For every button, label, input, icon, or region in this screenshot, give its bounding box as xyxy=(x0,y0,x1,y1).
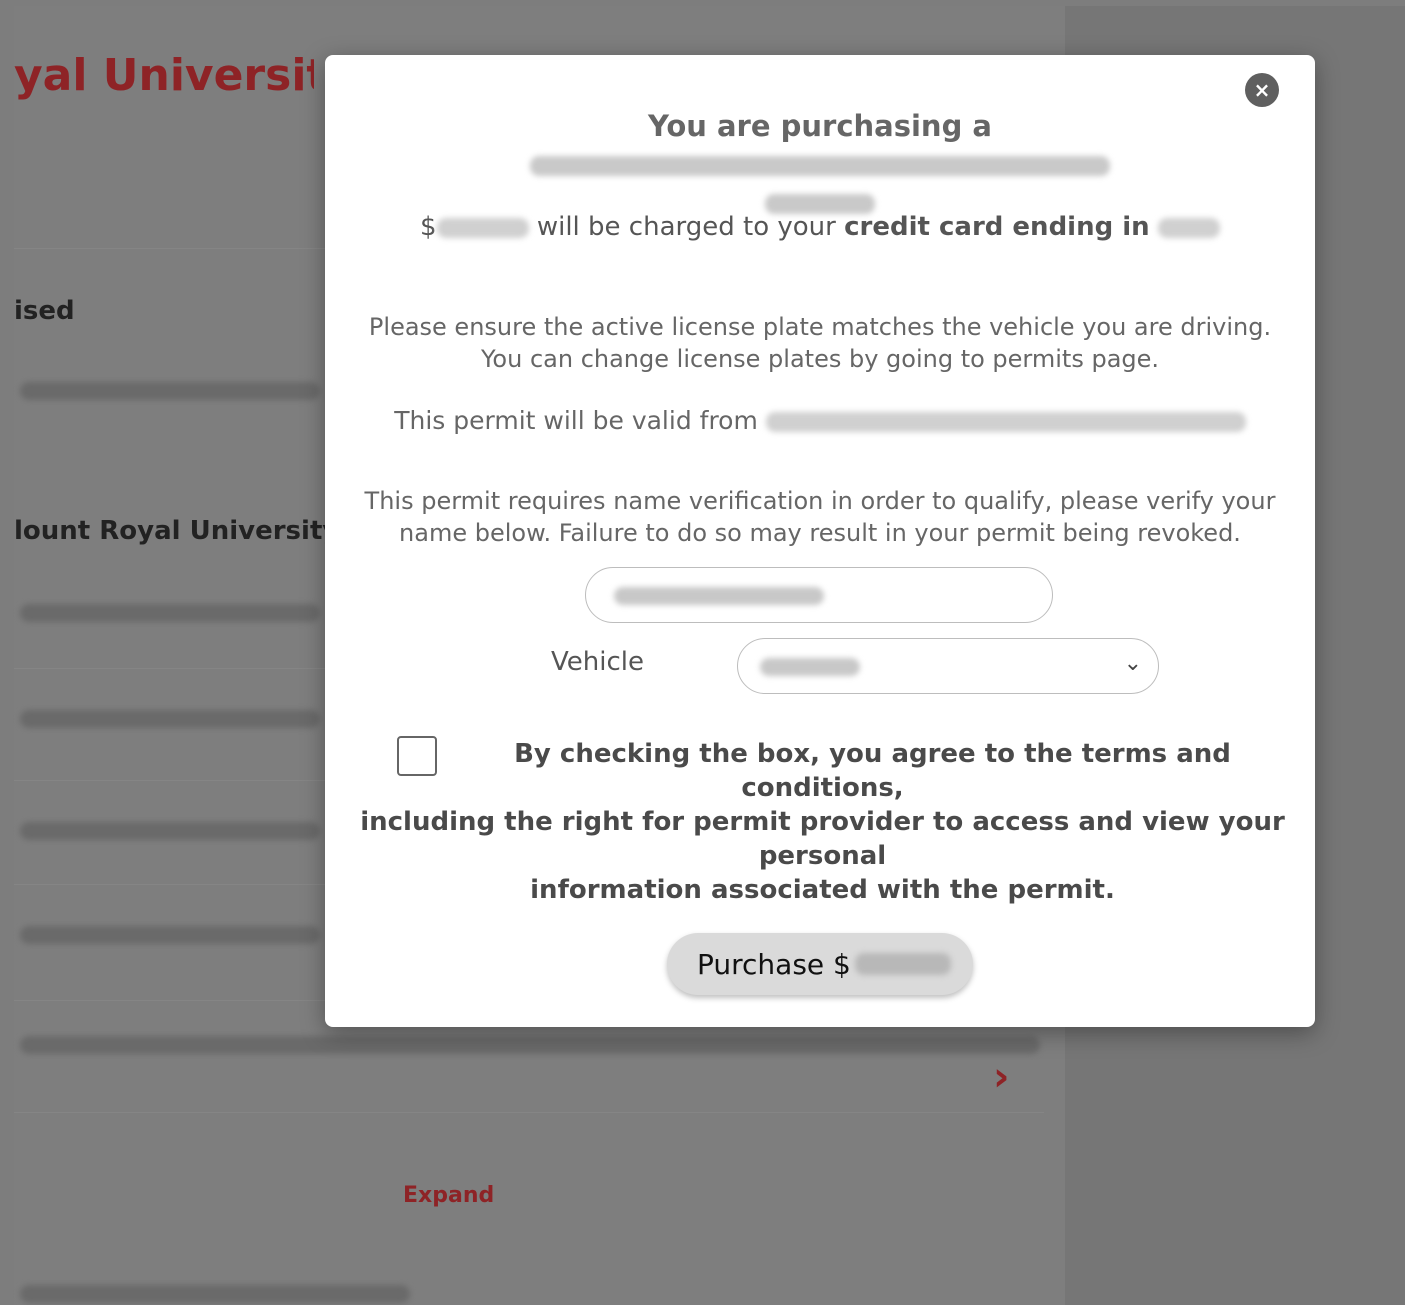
validity-text: This permit will be valid from xyxy=(355,405,1285,437)
plate-note-line2: You can change license plates by going t… xyxy=(480,345,1160,373)
charge-text: will be charged to your xyxy=(536,212,836,242)
chevron-down-icon: ⌄ xyxy=(1123,651,1142,676)
purchase-label: Purchase $ xyxy=(697,947,851,981)
redacted-text xyxy=(20,1285,410,1303)
section-heading-purchased: ised xyxy=(14,296,75,326)
terms-line1: By checking the box, you agree to the te… xyxy=(514,739,1231,803)
list-item[interactable] xyxy=(14,1255,1044,1303)
redacted-amount xyxy=(436,217,529,238)
verify-line1: This permit requires name verification i… xyxy=(364,487,1276,515)
row-divider xyxy=(14,1112,1044,1113)
purchase-modal: × You are purchasing a $ will be charged… xyxy=(325,55,1315,1027)
redacted-text xyxy=(20,604,320,622)
redacted-text xyxy=(20,382,320,400)
expand-link[interactable]: Expand xyxy=(403,1183,494,1208)
redacted-text xyxy=(20,926,320,944)
valid-prefix: This permit will be valid from xyxy=(394,406,758,435)
purchasing-prefix: You are purchasing a xyxy=(647,109,993,143)
terms-text: By checking the box, you agree to the te… xyxy=(355,737,1290,907)
redacted-text xyxy=(20,710,320,728)
redacted-vehicle-value xyxy=(760,658,860,676)
chevron-right-icon[interactable]: › xyxy=(993,1054,1009,1100)
verify-line2: name below. Failure to do so may result … xyxy=(399,519,1241,547)
section-heading-permits: lount Royal University pe xyxy=(14,516,325,546)
license-plate-note: Please ensure the active license plate m… xyxy=(355,311,1285,375)
redacted-validity-dates xyxy=(765,412,1246,432)
redacted-card-digits xyxy=(1157,217,1220,238)
vehicle-label: Vehicle xyxy=(551,647,644,677)
plate-note-line1: Please ensure the active license plate m… xyxy=(368,313,1272,341)
page-title: yal University xyxy=(14,50,314,101)
name-verification-note: This permit requires name verification i… xyxy=(355,485,1285,549)
vehicle-select[interactable]: ⌄ xyxy=(737,638,1159,694)
charge-currency: $ xyxy=(420,212,437,242)
redacted-text xyxy=(20,822,320,840)
terms-line3: information associated with the permit. xyxy=(530,875,1115,905)
name-field[interactable] xyxy=(585,567,1053,623)
charge-summary: $ will be charged to your credit card en… xyxy=(355,211,1285,243)
terms-line2: including the right for permit provider … xyxy=(360,807,1285,871)
redacted-purchase-amount xyxy=(854,953,951,975)
purchase-button[interactable]: Purchase $ xyxy=(667,933,973,995)
redacted-name-value xyxy=(614,587,824,605)
redacted-permit-name xyxy=(530,156,1110,176)
card-label: credit card ending in xyxy=(844,212,1150,242)
close-icon[interactable]: × xyxy=(1245,73,1279,107)
purchasing-heading: You are purchasing a xyxy=(355,107,1285,221)
redacted-text xyxy=(20,1036,1040,1054)
